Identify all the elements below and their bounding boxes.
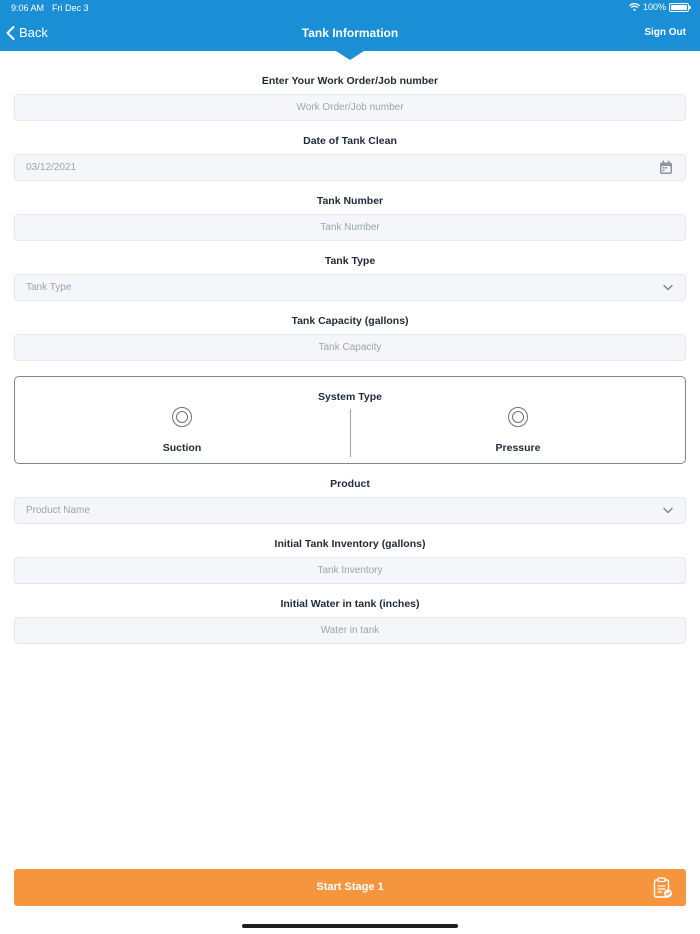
system-type-label: System Type (318, 391, 382, 403)
tank-capacity-label: Tank Capacity (gallons) (291, 315, 409, 327)
header-pointer (336, 51, 364, 60)
tank-capacity-placeholder: Tank Capacity (318, 342, 382, 353)
suction-radio[interactable] (172, 407, 192, 427)
start-stage-button[interactable]: Start Stage 1 (14, 869, 686, 906)
battery-icon (669, 2, 691, 12)
start-stage-label: Start Stage 1 (316, 881, 384, 893)
home-indicator (242, 924, 458, 928)
battery-percent: 100% (642, 2, 666, 12)
pressure-label: Pressure (495, 442, 541, 454)
sign-out-button[interactable]: Sign Out (644, 27, 686, 38)
clipboard-check-icon (653, 877, 673, 899)
initial-water-label: Initial Water in tank (inches) (280, 598, 420, 610)
initial-inventory-input[interactable]: Tank Inventory (14, 557, 686, 584)
initial-water-input[interactable]: Water in tank (14, 617, 686, 644)
initial-inventory-label: Initial Tank Inventory (gallons) (274, 538, 426, 550)
system-type-card: System Type Suction Pressure (14, 376, 686, 464)
status-bar: 9:06 AM Fri Dec 3 100% (0, 0, 700, 16)
page-title: Tank Information (301, 26, 399, 40)
initial-inventory-placeholder: Tank Inventory (317, 565, 383, 576)
suction-label: Suction (162, 442, 202, 454)
tank-type-label: Tank Type (324, 255, 376, 267)
status-indicators: 100% (629, 2, 691, 12)
tank-number-placeholder: Tank Number (320, 222, 380, 233)
work-order-input[interactable]: Work Order/Job number (14, 94, 686, 121)
tank-capacity-input[interactable]: Tank Capacity (14, 334, 686, 361)
product-placeholder: Product Name (26, 505, 90, 516)
date-value: 03/12/2021 (26, 162, 77, 173)
tank-type-select[interactable]: Tank Type (14, 274, 686, 301)
product-label: Product (330, 478, 370, 490)
tank-number-label: Tank Number (316, 195, 384, 207)
wifi-icon (629, 3, 640, 11)
chevron-down-icon (663, 283, 673, 294)
status-date: Fri Dec 3 (52, 3, 89, 13)
chevron-down-icon (663, 506, 673, 517)
tank-type-placeholder: Tank Type (26, 282, 72, 293)
product-select[interactable]: Product Name (14, 497, 686, 524)
tank-number-input[interactable]: Tank Number (14, 214, 686, 241)
app-header: 9:06 AM Fri Dec 3 100% Back Tank Informa… (0, 0, 700, 51)
system-type-divider (350, 409, 351, 457)
initial-water-placeholder: Water in tank (320, 625, 380, 636)
date-label: Date of Tank Clean (303, 135, 397, 147)
work-order-label: Enter Your Work Order/Job number (261, 75, 439, 87)
pressure-radio[interactable] (508, 407, 528, 427)
date-input[interactable]: 03/12/2021 (14, 154, 686, 181)
status-time: 9:06 AM (11, 3, 45, 13)
work-order-placeholder: Work Order/Job number (296, 102, 404, 113)
calendar-icon[interactable] (659, 160, 673, 178)
